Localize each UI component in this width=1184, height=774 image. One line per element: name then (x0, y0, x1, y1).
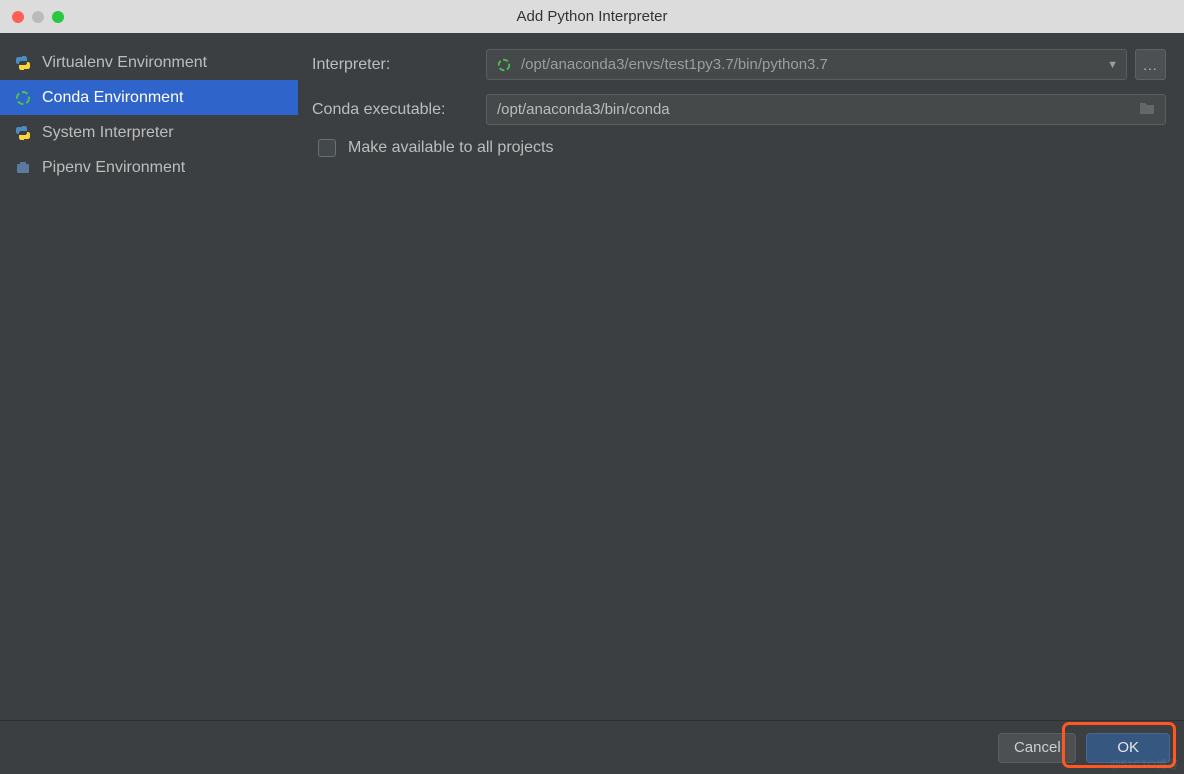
make-available-row: Make available to all projects (318, 139, 1166, 157)
interpreter-label: Interpreter: (312, 56, 486, 74)
make-available-checkbox[interactable] (318, 139, 336, 157)
cancel-button[interactable]: Cancel (998, 733, 1076, 763)
interpreter-value: /opt/anaconda3/envs/test1py3.7/bin/pytho… (521, 56, 828, 73)
interpreter-dropdown[interactable]: /opt/anaconda3/envs/test1py3.7/bin/pytho… (486, 49, 1127, 80)
interpreter-type-sidebar: Virtualenv Environment Conda Environment… (0, 33, 298, 720)
conda-executable-row: Conda executable: /opt/anaconda3/bin/con… (312, 94, 1166, 125)
conda-executable-input[interactable]: /opt/anaconda3/bin/conda (486, 94, 1166, 125)
sidebar-item-label: Pipenv Environment (42, 159, 185, 177)
dialog-content: Virtualenv Environment Conda Environment… (0, 33, 1184, 720)
window-title: Add Python Interpreter (0, 8, 1184, 25)
folder-browse-icon[interactable] (1139, 101, 1155, 119)
python-icon (14, 54, 32, 72)
conda-executable-label: Conda executable: (312, 101, 486, 119)
sidebar-item-conda[interactable]: Conda Environment (0, 80, 298, 115)
cancel-button-label: Cancel (1014, 739, 1061, 756)
sidebar-item-label: Conda Environment (42, 89, 183, 107)
sidebar-item-virtualenv[interactable]: Virtualenv Environment (0, 45, 298, 80)
chevron-down-icon: ▼ (1107, 59, 1118, 71)
watermark: @51CTO博客 (1110, 756, 1178, 772)
ellipsis-icon: ... (1143, 57, 1158, 73)
conda-icon (14, 89, 32, 107)
interpreter-more-button[interactable]: ... (1135, 49, 1166, 80)
interpreter-row: Interpreter: /opt/anaconda3/envs/test1py… (312, 49, 1166, 80)
sidebar-item-label: System Interpreter (42, 124, 174, 142)
sidebar-item-system[interactable]: System Interpreter (0, 115, 298, 150)
python-icon (14, 124, 32, 142)
sidebar-item-label: Virtualenv Environment (42, 54, 207, 72)
ok-button-label: OK (1117, 739, 1139, 756)
pipenv-icon (14, 159, 32, 177)
conda-loading-icon (495, 56, 513, 74)
sidebar-item-pipenv[interactable]: Pipenv Environment (0, 150, 298, 185)
form-panel: Interpreter: /opt/anaconda3/envs/test1py… (298, 33, 1184, 720)
conda-executable-value: /opt/anaconda3/bin/conda (497, 101, 670, 118)
title-bar: Add Python Interpreter (0, 0, 1184, 33)
dialog-footer: Cancel OK (0, 720, 1184, 774)
make-available-label: Make available to all projects (348, 139, 553, 157)
